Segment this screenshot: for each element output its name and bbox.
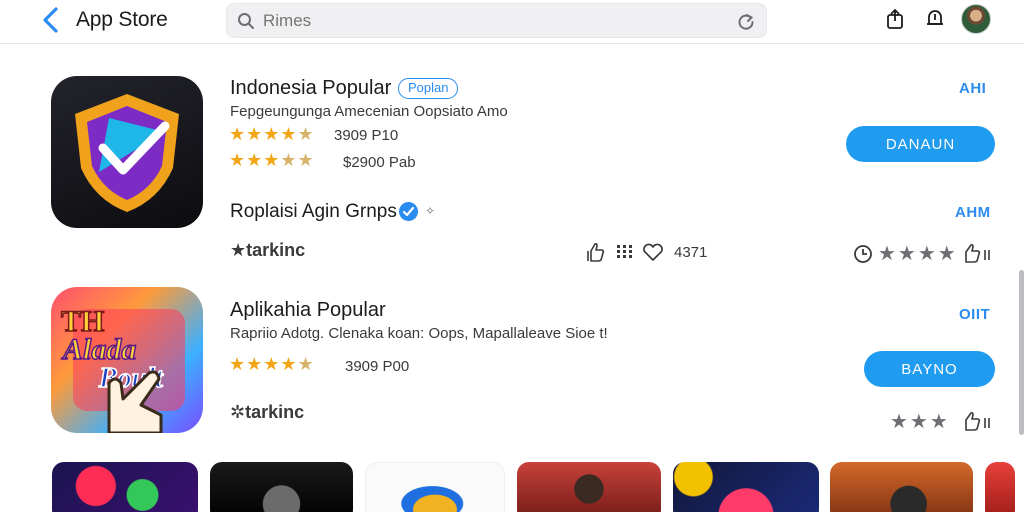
like-icon[interactable] bbox=[586, 241, 606, 263]
chevron-left-icon[interactable] bbox=[38, 6, 64, 34]
ranking-label: ✲tarkinc bbox=[230, 402, 305, 422]
star-rating: ★★★ bbox=[890, 411, 950, 433]
like-count: 4371 bbox=[674, 244, 708, 261]
scrollbar[interactable] bbox=[1019, 270, 1024, 435]
search-bar[interactable] bbox=[226, 3, 767, 38]
app-subtitle: Fepgeungunga Amecenian Oopsiato Amo bbox=[230, 103, 508, 120]
star-icon: ✲ bbox=[230, 402, 246, 422]
app-thumbnail[interactable] bbox=[52, 462, 198, 512]
app-thumbnail[interactable] bbox=[517, 462, 661, 512]
back-button-label[interactable]: App Store bbox=[76, 8, 168, 32]
side-link[interactable]: AHI bbox=[959, 80, 986, 97]
top-bar: App Store bbox=[0, 0, 1024, 44]
rating-text: 3909 P10 bbox=[334, 127, 399, 144]
heart-icon[interactable] bbox=[642, 243, 664, 262]
app-thumbnail[interactable] bbox=[830, 462, 973, 512]
search-icon bbox=[238, 13, 254, 29]
shield-icon bbox=[75, 94, 179, 212]
refresh-icon[interactable] bbox=[736, 12, 756, 32]
app-name[interactable]: Aplikahia Popular bbox=[230, 299, 386, 322]
section-title[interactable]: Roplaisi Agin Grnps bbox=[230, 201, 397, 223]
star-rating: ★★★★ bbox=[878, 243, 958, 265]
avatar[interactable] bbox=[961, 4, 991, 34]
thumbs-up-icon[interactable] bbox=[961, 242, 991, 264]
star-rating: ★★★★★ bbox=[229, 124, 315, 144]
bell-icon[interactable] bbox=[925, 8, 945, 30]
get-button[interactable]: BAYNO bbox=[864, 351, 995, 387]
app-badge: Poplan bbox=[398, 78, 459, 99]
svg-text:Alada: Alada bbox=[61, 333, 136, 366]
rating-text: $2900 Pab bbox=[343, 154, 416, 171]
app-thumbnail[interactable] bbox=[365, 462, 505, 512]
get-button[interactable]: DANAUN bbox=[846, 126, 995, 162]
thumbs-up-icon[interactable] bbox=[961, 410, 991, 432]
app-subtitle: Rapriio Adotg. Clenaka koan: Oops, Mapal… bbox=[230, 325, 608, 342]
grid-icon[interactable] bbox=[617, 245, 633, 259]
hand-icon: TH Alada Boult bbox=[60, 304, 185, 433]
app-thumbnail[interactable] bbox=[673, 462, 819, 512]
app-icon-indonesia-popular[interactable] bbox=[51, 76, 203, 228]
star-rating: ★★★★★ bbox=[229, 150, 315, 170]
share-icon[interactable] bbox=[885, 8, 905, 30]
rating-text: 3909 P00 bbox=[345, 358, 410, 375]
app-name[interactable]: Indonesia Popular bbox=[230, 77, 391, 100]
app-thumbnail[interactable] bbox=[210, 462, 353, 512]
app-icon-aplikahia-popular[interactable]: TH Alada Boult bbox=[51, 287, 203, 433]
ranking-label: ★tarkinc bbox=[230, 240, 306, 260]
star-icon: ★ bbox=[230, 240, 247, 260]
search-input[interactable] bbox=[263, 10, 703, 32]
verified-icon bbox=[399, 202, 418, 221]
side-link[interactable]: OIIT bbox=[959, 306, 990, 323]
star-rating: ★★★★★ bbox=[229, 354, 315, 374]
app-thumbnail[interactable] bbox=[985, 462, 1015, 512]
section-link[interactable]: AHM bbox=[955, 204, 991, 221]
sparkle-icon: ✧ bbox=[425, 204, 436, 218]
clock-icon bbox=[854, 245, 872, 263]
